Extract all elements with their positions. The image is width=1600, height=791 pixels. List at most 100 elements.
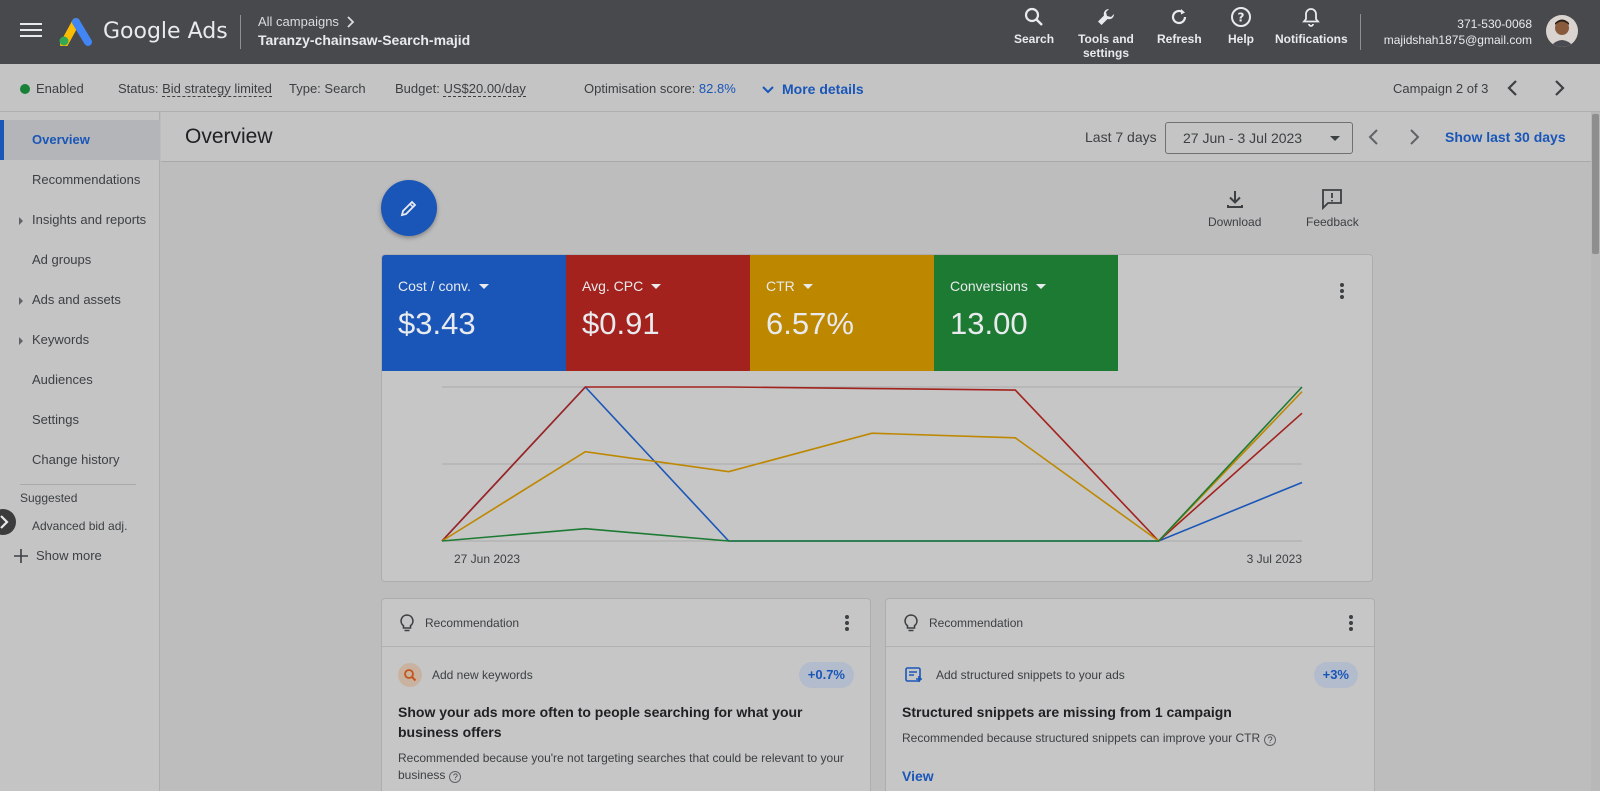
recommendation-more-options-button[interactable] (837, 613, 857, 633)
page-title: Overview (185, 125, 273, 148)
edit-button[interactable] (381, 180, 437, 236)
score-uplift-badge: +0.7% (798, 662, 854, 688)
feedback-label: Feedback (1306, 215, 1359, 229)
next-period-button[interactable] (1402, 125, 1426, 149)
top-bar: Google Ads All campaigns Taranzy-chainsa… (0, 0, 1600, 64)
status-dot-icon (20, 84, 30, 94)
menu-icon[interactable] (20, 20, 42, 38)
sidebar-item-label: Insights and reports (32, 212, 147, 227)
sidebar-item-recommendations[interactable]: Recommendations (0, 160, 160, 200)
sidebar-item-label: Keywords (32, 332, 90, 347)
refresh-button[interactable]: Refresh (1157, 6, 1202, 46)
account-info[interactable]: 371-530-0068 majidshah1875@gmail.com (1384, 16, 1532, 48)
previous-period-button[interactable] (1362, 125, 1386, 149)
breadcrumb-all-campaigns[interactable]: All campaigns (258, 14, 339, 29)
sidebar-item-label: Ad groups (32, 252, 92, 267)
sidebar-item-overview[interactable]: Overview (0, 120, 160, 160)
scrollbar-thumb[interactable] (1592, 114, 1599, 254)
suggested-heading: Suggested (20, 491, 78, 505)
show-more-button[interactable]: Show more (14, 548, 102, 563)
recommendation-header: Recommendation (382, 599, 870, 647)
download-label: Download (1208, 215, 1262, 229)
help-icon[interactable]: ? (1264, 734, 1277, 746)
recommendation-more-options-button[interactable] (1341, 613, 1361, 633)
metric-value: $0.91 (582, 306, 660, 341)
next-campaign-button[interactable] (1547, 76, 1571, 100)
sidebar-item-ads-assets[interactable]: Ads and assets (0, 280, 160, 320)
more-details-button[interactable]: More details (762, 81, 864, 97)
sidebar-item-label: Advanced bid adj. (32, 519, 128, 533)
overview-header: Overview Last 7 days 27 Jun - 3 Jul 2023… (161, 112, 1591, 162)
date-range-picker[interactable]: 27 Jun - 3 Jul 2023 (1165, 122, 1353, 154)
download-button[interactable]: Download (1208, 188, 1261, 229)
metric-label: Avg. CPC (582, 278, 644, 294)
pencil-icon (400, 200, 417, 217)
metric-value: 13.00 (950, 306, 1028, 341)
recommendation-description: Recommended because you're not targeting… (398, 751, 844, 783)
x-tick-label: 27 Jun 2023 (454, 552, 520, 566)
bid-status[interactable]: Status: Bid strategy limited (118, 81, 272, 97)
notifications-button[interactable]: Notifications (1275, 6, 1348, 46)
sidebar-item-settings[interactable]: Settings (0, 400, 160, 440)
wrench-icon (1098, 8, 1115, 26)
chart-more-options-button[interactable] (1332, 281, 1352, 301)
metric-cost-per-conversion[interactable]: Cost / conv. $3.43 (382, 255, 566, 371)
show-last-30-days-link[interactable]: Show last 30 days (1445, 129, 1566, 145)
recommendation-subtitle: Add new keywords (432, 668, 533, 682)
budget-value[interactable]: US$20.00/day (443, 81, 526, 97)
notifications-label: Notifications (1275, 32, 1348, 46)
metric-conversions[interactable]: Conversions 13.00 (934, 255, 1118, 371)
performance-line-chart: 27 Jun 2023 3 Jul 2023 (441, 385, 1303, 566)
tools-settings-button[interactable]: Tools and settings (1078, 6, 1134, 60)
sidebar-item-label: Recommendations (32, 172, 141, 187)
expand-caret-icon (19, 297, 23, 305)
previous-campaign-button[interactable] (1501, 76, 1525, 100)
help-icon[interactable]: ? (449, 771, 462, 783)
date-range-value: 27 Jun - 3 Jul 2023 (1183, 130, 1303, 146)
recommendation-label: Recommendation (929, 616, 1024, 630)
dropdown-arrow-icon (478, 283, 489, 289)
status-value[interactable]: Bid strategy limited (162, 81, 272, 97)
recommendation-label: Recommendation (425, 616, 520, 630)
sidebar-item-audiences[interactable]: Audiences (0, 360, 160, 400)
divider (1360, 14, 1361, 50)
budget-info[interactable]: Budget: US$20.00/day (395, 81, 526, 97)
sidebar-item-insights-reports[interactable]: Insights and reports (0, 200, 160, 240)
search-keyword-icon (398, 663, 422, 687)
metric-avg-cpc[interactable]: Avg. CPC $0.91 (566, 255, 750, 371)
sidebar-item-label: Ads and assets (32, 292, 121, 307)
type-label: Type: (289, 81, 321, 96)
expand-caret-icon (19, 337, 23, 345)
feedback-button[interactable]: Feedback (1306, 188, 1359, 229)
search-tool-button[interactable]: Search (1014, 6, 1054, 46)
x-tick-label: 3 Jul 2023 (1247, 552, 1303, 566)
recommendation-subtitle-row: Add new keywords (398, 663, 533, 687)
sidebar-item-keywords[interactable]: Keywords (0, 320, 160, 360)
sidebar-item-advanced-bid-adj[interactable]: Advanced bid adj. (0, 506, 160, 546)
chevron-right-icon (347, 15, 355, 28)
metric-label: CTR (766, 278, 795, 294)
chevron-down-icon (762, 86, 774, 94)
scrollbar[interactable] (1591, 112, 1600, 791)
metric-value: $3.43 (398, 306, 476, 341)
bell-icon (1302, 8, 1321, 27)
expand-sidebar-button[interactable] (0, 509, 16, 535)
dropdown-arrow-icon (651, 283, 662, 289)
enabled-status[interactable]: Enabled (20, 81, 84, 96)
campaign-counter: Campaign 2 of 3 (1393, 81, 1489, 96)
opt-value: 82.8% (698, 81, 736, 96)
campaign-name[interactable]: Taranzy-chainsaw-Search-majid (258, 32, 470, 48)
breadcrumb[interactable]: All campaigns (258, 14, 355, 29)
plus-icon (14, 548, 28, 563)
dropdown-arrow-icon (1330, 136, 1340, 141)
metric-ctr[interactable]: CTR 6.57% (750, 255, 934, 371)
campaign-status-bar: Enabled Status: Bid strategy limited Typ… (0, 64, 1600, 112)
sidebar-item-change-history[interactable]: Change history (0, 440, 160, 480)
optimisation-score[interactable]: Optimisation score: 82.8% (584, 81, 736, 96)
divider (240, 15, 241, 49)
avatar[interactable] (1546, 15, 1578, 47)
sidebar-item-ad-groups[interactable]: Ad groups (0, 240, 160, 280)
recommendation-subtitle-row: Add structured snippets to your ads (902, 663, 1125, 687)
view-recommendation-link[interactable]: View (902, 768, 934, 784)
help-button[interactable]: ? Help (1228, 6, 1254, 46)
